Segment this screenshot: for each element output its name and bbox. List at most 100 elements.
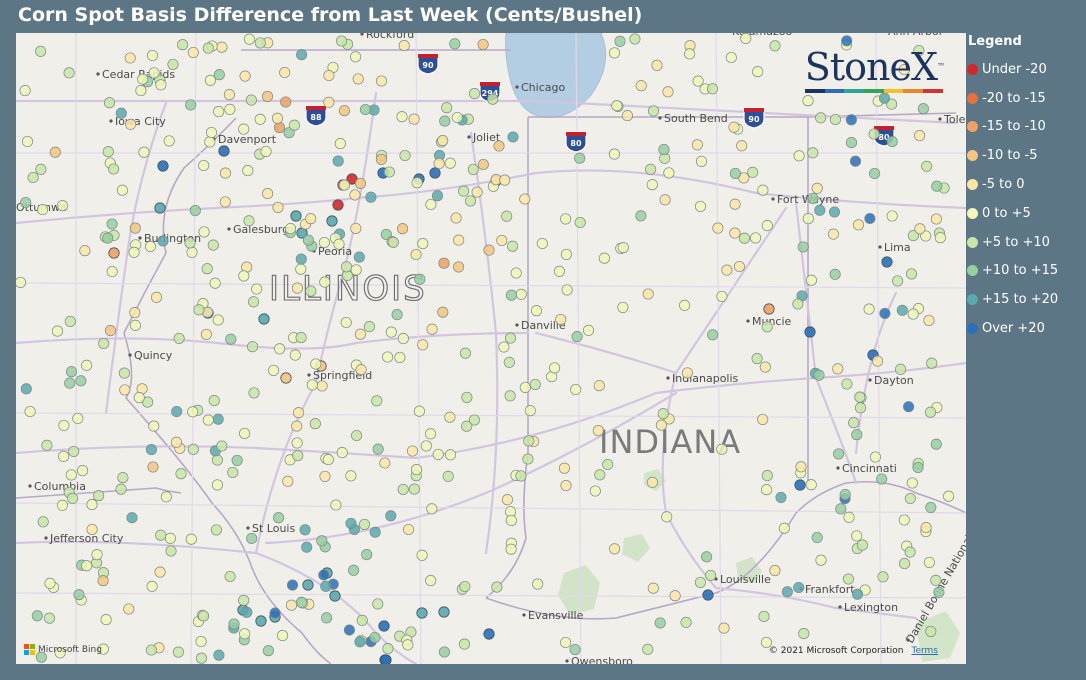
location-dot[interactable] [213, 106, 225, 118]
location-dot[interactable] [943, 490, 955, 502]
location-dot[interactable] [118, 367, 130, 379]
location-dot[interactable] [238, 270, 250, 282]
location-dot[interactable] [854, 391, 866, 403]
location-dot[interactable] [172, 646, 184, 658]
location-dot[interactable] [272, 201, 284, 213]
location-dot[interactable] [241, 606, 253, 618]
location-dot[interactable] [712, 222, 724, 234]
location-dot[interactable] [177, 39, 189, 51]
location-dot[interactable] [239, 628, 251, 640]
location-dot[interactable] [291, 437, 303, 449]
location-dot[interactable] [659, 194, 671, 206]
location-dot[interactable] [925, 501, 937, 513]
location-dot[interactable] [642, 643, 654, 655]
location-dot[interactable] [845, 137, 858, 149]
location-dot[interactable] [410, 248, 422, 261]
location-dot[interactable] [51, 325, 64, 337]
location-dot[interactable] [851, 530, 863, 542]
location-dot[interactable] [738, 232, 751, 244]
location-dot[interactable] [487, 93, 499, 105]
location-dot[interactable] [420, 440, 432, 452]
location-dot[interactable] [752, 66, 764, 78]
location-dot[interactable] [369, 526, 381, 538]
location-dot[interactable] [453, 261, 465, 273]
location-dot[interactable] [56, 499, 68, 511]
location-dot[interactable] [491, 581, 503, 593]
location-dot[interactable] [93, 490, 105, 502]
location-dot[interactable] [441, 102, 453, 114]
location-dot[interactable] [761, 321, 773, 333]
location-dot[interactable] [729, 227, 741, 239]
location-dot[interactable] [617, 242, 629, 254]
location-dot[interactable] [273, 512, 285, 524]
location-dot[interactable] [841, 378, 853, 390]
location-dot[interactable] [729, 198, 741, 210]
location-dot[interactable] [920, 522, 932, 534]
location-dot[interactable] [403, 523, 415, 536]
location-dot[interactable] [536, 237, 548, 250]
location-dot[interactable] [895, 363, 907, 375]
location-dot[interactable] [560, 480, 572, 492]
location-dot[interactable] [193, 304, 205, 316]
location-dot[interactable] [757, 184, 769, 196]
location-dot[interactable] [524, 405, 536, 417]
location-dot[interactable] [802, 213, 814, 225]
location-dot[interactable] [293, 407, 305, 419]
location-dot[interactable] [598, 252, 610, 264]
location-dot[interactable] [642, 288, 654, 300]
location-dot[interactable] [187, 443, 199, 455]
location-dot[interactable] [898, 514, 910, 526]
location-dot[interactable] [340, 261, 353, 273]
location-dot[interactable] [210, 524, 222, 536]
location-dot[interactable] [914, 223, 926, 235]
location-dot[interactable] [295, 253, 307, 265]
location-dot[interactable] [305, 213, 317, 225]
location-dot[interactable] [126, 512, 138, 524]
location-dot[interactable] [185, 99, 197, 111]
location-dot[interactable] [769, 565, 781, 577]
location-dot[interactable] [729, 167, 741, 179]
location-dot[interactable] [129, 319, 141, 331]
location-dot[interactable] [200, 328, 212, 340]
location-dot[interactable] [694, 576, 706, 588]
location-dot[interactable] [273, 122, 286, 134]
location-dot[interactable] [635, 210, 647, 222]
location-dot[interactable] [348, 564, 360, 576]
location-dot[interactable] [437, 306, 449, 318]
location-dot[interactable] [410, 464, 423, 476]
location-dot[interactable] [135, 85, 147, 97]
location-dot[interactable] [336, 35, 348, 47]
location-dot[interactable] [208, 395, 220, 407]
location-dot[interactable] [848, 417, 860, 429]
location-dot[interactable] [896, 304, 908, 316]
location-dot[interactable] [757, 413, 769, 425]
location-dot[interactable] [211, 479, 223, 491]
location-dot[interactable] [833, 448, 845, 460]
location-dot[interactable] [794, 479, 806, 491]
location-dot[interactable] [560, 636, 572, 649]
location-dot[interactable] [914, 130, 926, 142]
location-dot[interactable] [869, 167, 881, 180]
location-dot[interactable] [647, 582, 659, 594]
location-dot[interactable] [223, 89, 235, 101]
location-dot[interactable] [869, 451, 881, 463]
location-dot[interactable] [248, 387, 260, 399]
location-dot[interactable] [593, 380, 605, 392]
location-dot[interactable] [702, 589, 714, 601]
location-dot[interactable] [170, 436, 182, 448]
location-dot[interactable] [49, 146, 61, 158]
location-dot[interactable] [319, 276, 331, 288]
location-dot[interactable] [877, 571, 889, 583]
location-dot[interactable] [154, 566, 166, 578]
location-dot[interactable] [399, 149, 411, 162]
location-dot[interactable] [64, 315, 76, 327]
location-dot[interactable] [402, 639, 414, 651]
location-dot[interactable] [375, 153, 387, 165]
location-dot[interactable] [795, 461, 807, 473]
location-dot[interactable] [892, 275, 904, 287]
location-dot[interactable] [614, 35, 626, 47]
location-dot[interactable] [81, 560, 93, 572]
location-dot[interactable] [761, 220, 773, 232]
location-dot[interactable] [225, 333, 237, 345]
location-dot[interactable] [507, 240, 519, 252]
